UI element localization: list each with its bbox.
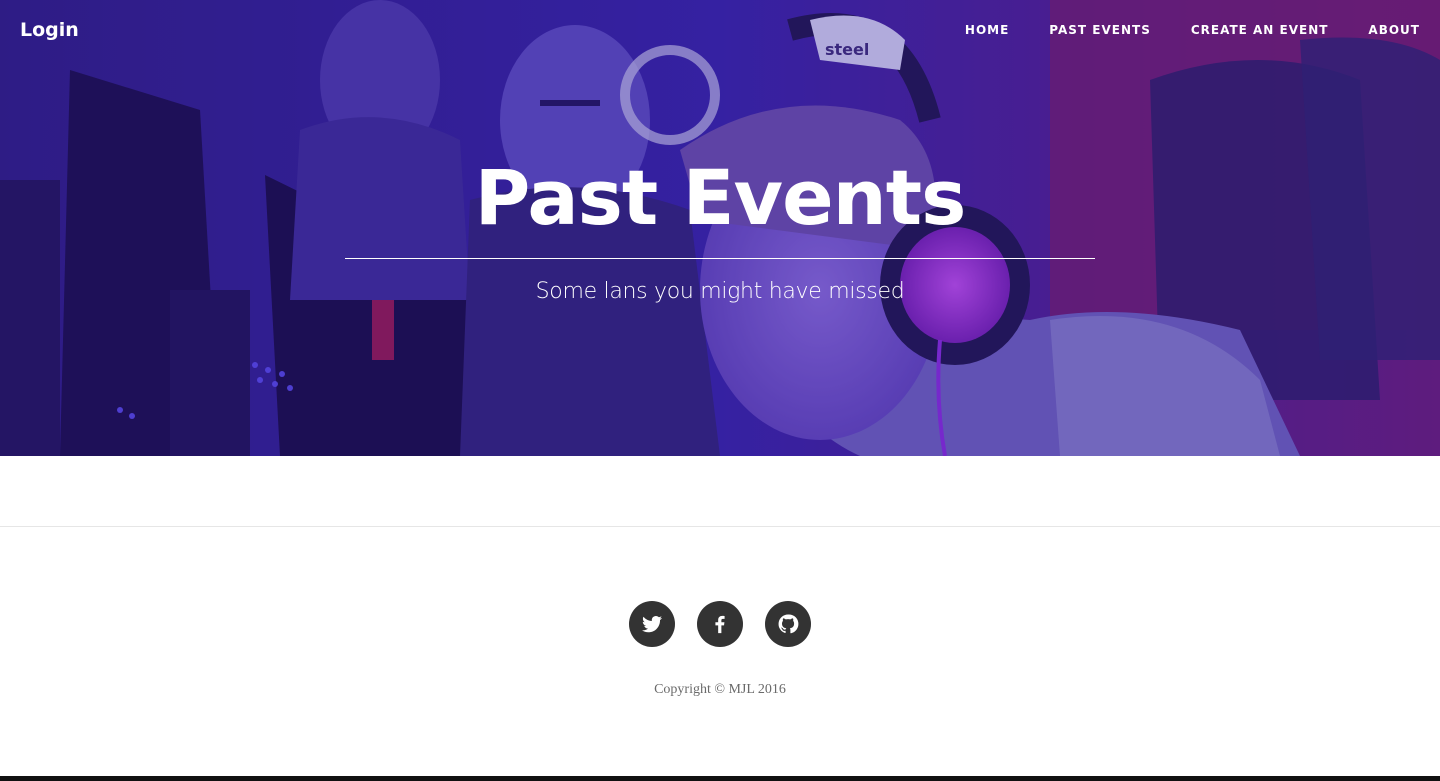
copyright-text: Copyright © MJL 2016	[654, 682, 786, 697]
nav-link-past-events[interactable]: Past Events	[1049, 23, 1151, 37]
nav-links: Home Past Events Create an Event About	[925, 23, 1420, 37]
page-subtitle: Some lans you might have missed	[535, 279, 905, 304]
top-navbar: Login Home Past Events Create an Event A…	[0, 0, 1440, 62]
github-button[interactable]	[765, 601, 811, 647]
title-divider	[345, 258, 1095, 259]
facebook-button[interactable]	[697, 601, 743, 647]
nav-link-create-event[interactable]: Create an Event	[1191, 23, 1329, 37]
hero-header: steel Login Home Past Events Create an E…	[0, 0, 1440, 456]
page-title: Past Events	[474, 153, 967, 242]
twitter-button[interactable]	[629, 601, 675, 647]
login-link[interactable]: Login	[20, 19, 79, 41]
social-links	[0, 601, 1440, 647]
facebook-icon	[715, 615, 725, 634]
page-heading: Past Events Some lans you might have mis…	[345, 150, 1095, 304]
github-icon	[778, 614, 799, 634]
nav-link-home[interactable]: Home	[965, 23, 1009, 37]
twitter-icon	[642, 616, 662, 633]
section-divider	[0, 526, 1440, 527]
window-bottom-edge	[0, 776, 1440, 781]
nav-link-about[interactable]: About	[1368, 23, 1420, 37]
